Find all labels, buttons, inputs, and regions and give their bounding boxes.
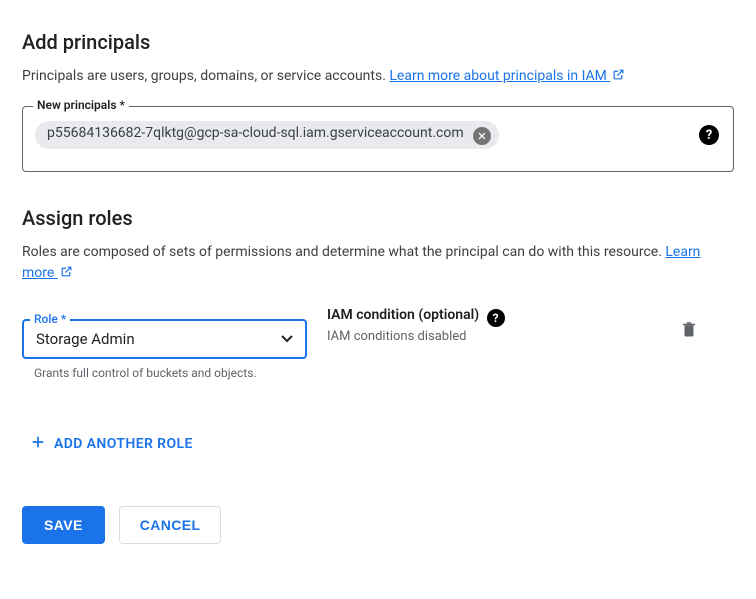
iam-condition-heading: IAM condition (optional) [327,307,479,323]
plus-icon [30,434,46,454]
actions-row: SAVE CANCEL [22,506,734,544]
add-another-role-label: ADD ANOTHER ROLE [54,436,193,452]
role-select-label: Role * [30,312,70,326]
dropdown-arrow-icon [281,335,293,343]
learn-more-principals-link[interactable]: Learn more about principals in IAM [389,68,625,84]
role-row: Role * Storage Admin Grants full control… [22,303,734,382]
role-select-wrapper: Role * Storage Admin Grants full control… [22,303,307,382]
cancel-button[interactable]: CANCEL [119,506,222,544]
role-select-value: Storage Admin [36,330,135,348]
learn-more-principals-text: Learn more about principals in IAM [389,68,606,84]
assign-roles-description: Roles are composed of sets of permission… [22,242,734,285]
add-principals-description-text: Principals are users, groups, domains, o… [22,68,389,84]
iam-condition-status: IAM conditions disabled [327,329,660,344]
assign-roles-heading: Assign roles [22,206,734,230]
iam-condition-column: IAM condition (optional) ? IAM condition… [327,303,660,344]
save-button[interactable]: SAVE [22,506,105,544]
delete-role-column [680,303,734,343]
external-link-icon [612,67,625,88]
help-icon[interactable]: ? [487,309,505,327]
role-helper-text: Grants full control of buckets and objec… [22,365,272,382]
assign-roles-description-text: Roles are composed of sets of permission… [22,244,665,260]
chip-remove-icon[interactable] [473,127,491,145]
help-icon[interactable]: ? [699,125,719,145]
principal-chip: p55684136682-7qlktg@gcp-sa-cloud-sql.iam… [35,121,499,149]
add-principals-heading: Add principals [22,30,734,54]
new-principals-field[interactable]: New principals * p55684136682-7qlktg@gcp… [22,106,734,172]
trash-icon[interactable] [680,327,698,343]
new-principals-label: New principals * [33,98,129,112]
add-principals-description: Principals are users, groups, domains, o… [22,66,734,88]
add-another-role-button[interactable]: ADD ANOTHER ROLE [22,426,201,462]
external-link-icon [60,264,73,285]
principal-chip-text: p55684136682-7qlktg@gcp-sa-cloud-sql.iam… [47,125,464,141]
